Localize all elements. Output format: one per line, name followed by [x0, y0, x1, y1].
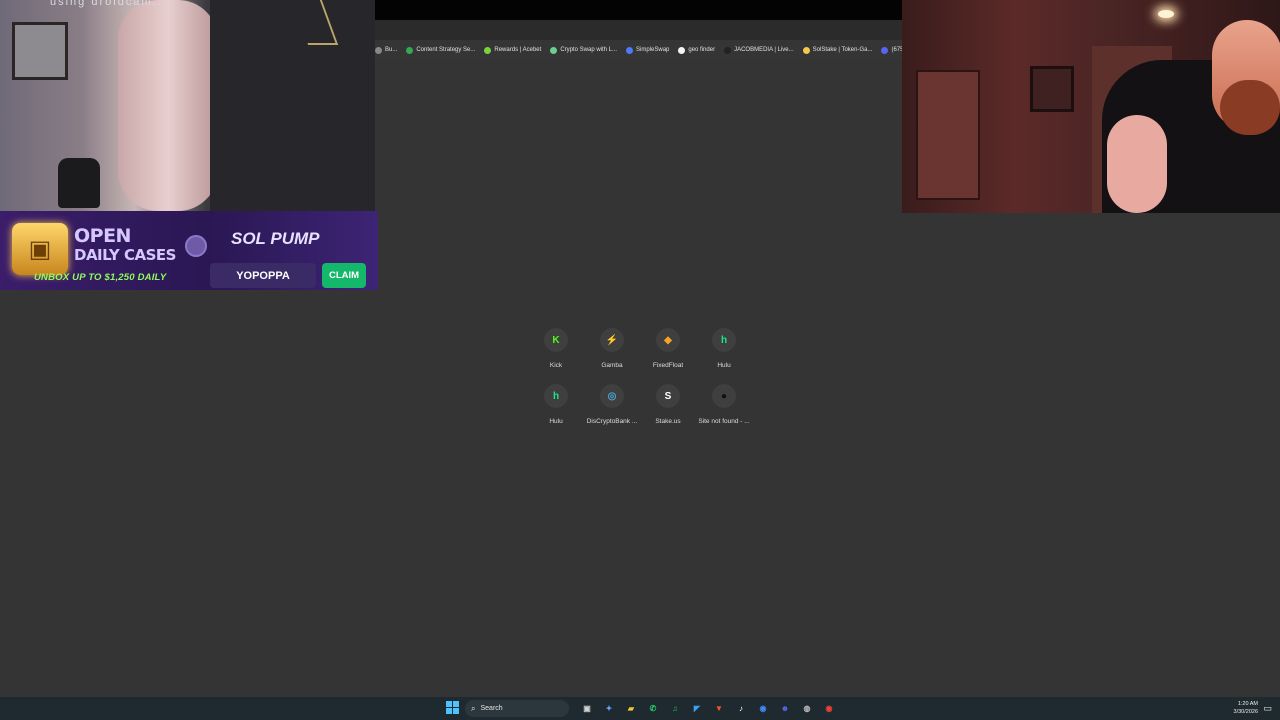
- bookmark-favicon-icon: [626, 46, 634, 54]
- shortcut-label: Hulu: [549, 418, 563, 425]
- shortcut-favicon-icon: ⚡: [600, 328, 624, 352]
- shortcut-favicon-icon: h: [712, 328, 736, 352]
- shortcut-favicon-icon: h: [544, 384, 568, 408]
- banner-headline-open: OPEN: [74, 225, 131, 247]
- bookmark-label: Crypto Swap with L...: [560, 47, 618, 53]
- bookmark-item[interactable]: Crypto Swap with L...: [550, 46, 618, 54]
- spotify-icon[interactable]: ♫: [668, 701, 682, 715]
- shortcut-tile[interactable]: S Stake.us: [640, 384, 696, 434]
- person-shirt: [210, 0, 375, 211]
- discord-icon[interactable]: ☻: [778, 701, 792, 715]
- notification-bell-icon[interactable]: ▭: [1263, 703, 1272, 714]
- person-arm: [118, 0, 218, 211]
- shortcut-tile[interactable]: K Kick: [528, 328, 584, 378]
- claim-button[interactable]: CLAIM: [322, 263, 366, 288]
- bookmark-favicon-icon: [881, 46, 889, 54]
- clock-time: 1:20 AM: [1237, 701, 1258, 707]
- task-view-icon[interactable]: ▣: [580, 701, 594, 715]
- bookmark-label: Rewards | Acebet: [494, 47, 542, 53]
- shortcut-label: Hulu: [717, 362, 731, 369]
- webcam-feed-left: using droidcam...: [0, 0, 375, 211]
- system-clock[interactable]: 1:20 AM 3/30/2026: [1234, 700, 1258, 716]
- shortcut-tile[interactable]: h Hulu: [528, 384, 584, 434]
- obs-icon[interactable]: ◍: [800, 701, 814, 715]
- shortcut-tile[interactable]: ● Site not found - ...: [696, 384, 752, 434]
- bookmark-favicon-icon: [678, 46, 686, 54]
- promo-code: YOPOPPA: [210, 263, 316, 288]
- bookmark-favicon-icon: [724, 46, 732, 54]
- browser-title-bar: [375, 0, 902, 20]
- bookmark-item[interactable]: Rewards | Acebet: [484, 46, 542, 54]
- vscode-icon[interactable]: ◤: [690, 701, 704, 715]
- bookmark-label: SolStake | Token-Ga...: [812, 47, 873, 53]
- shortcut-tile[interactable]: ◎ DisCryptoBank ...: [584, 384, 640, 434]
- bookmark-item[interactable]: JACOBMEDIA | Live...: [724, 46, 794, 54]
- webcam-feed-right: [902, 0, 1280, 213]
- tiktok-icon[interactable]: ♪: [734, 701, 748, 715]
- bookmark-item[interactable]: SolStake | Token-Ga...: [802, 46, 873, 54]
- wall-frame: [12, 22, 68, 80]
- sponsor-banner: ▣ OPEN DAILY CASES UNBOX UP TO $1,250 DA…: [0, 211, 378, 290]
- chrome-profile-icon[interactable]: ◉: [822, 701, 836, 715]
- bookmark-favicon-icon: [375, 46, 382, 54]
- bag: [58, 158, 100, 208]
- windows-taskbar: ⌕ Search ▣ ✦ ▰ ✆ ♫ ◤ ▼ ♪ ◉ ☻ ◍ ◉ 1:20 AM 3/30/2026 …: [0, 697, 1280, 720]
- shortcut-tile[interactable]: h Hulu: [696, 328, 752, 378]
- clock-date: 3/30/2026: [1233, 709, 1258, 715]
- bookmark-favicon-icon: [484, 46, 492, 54]
- shortcut-label: FixedFloat: [652, 362, 684, 369]
- file-explorer-icon[interactable]: ▰: [624, 701, 638, 715]
- webcam-overlay-text: using droidcam...: [50, 0, 168, 8]
- bookmark-label: SimpleSwap: [636, 47, 670, 53]
- shelf: [916, 70, 980, 200]
- chrome-icon[interactable]: ◉: [756, 701, 770, 715]
- whatsapp-icon[interactable]: ✆: [646, 701, 660, 715]
- shortcuts-grid: K Kick ⚡ Gamba ◆ FixedFloat h Hulu h Hulu ◎ DisCryp…: [528, 328, 752, 434]
- solana-coin-icon: [185, 235, 207, 257]
- bookmark-item[interactable]: Bu...: [375, 46, 398, 54]
- person-beard: [1220, 80, 1280, 135]
- bookmark-label: JACOBMEDIA | Live...: [734, 47, 794, 53]
- shortcut-favicon-icon: K: [544, 328, 568, 352]
- shortcut-favicon-icon: ●: [712, 384, 736, 408]
- bookmark-label: geo finder: [688, 47, 716, 53]
- shortcut-tile[interactable]: ◆ FixedFloat: [640, 328, 696, 378]
- bookmark-item[interactable]: SimpleSwap: [626, 46, 670, 54]
- windows-start-icon[interactable]: [446, 701, 459, 714]
- wall-poster: [1030, 66, 1074, 112]
- shortcut-favicon-icon: S: [656, 384, 680, 408]
- shortcut-label: Gamba: [601, 362, 623, 369]
- chest-icon: ▣: [28, 235, 52, 263]
- shortcut-tile[interactable]: ⚡ Gamba: [584, 328, 640, 378]
- bookmark-favicon-icon: [550, 46, 558, 54]
- copilot-icon[interactable]: ✦: [602, 701, 616, 715]
- bookmark-item[interactable]: Content Strategy Se...: [406, 46, 476, 54]
- bookmark-item[interactable]: (675) Disc: [881, 46, 902, 54]
- bookmark-label: Content Strategy Se...: [416, 47, 476, 53]
- bookmark-favicon-icon: [406, 46, 414, 54]
- brave-icon[interactable]: ▼: [712, 701, 726, 715]
- bookmarks-bar: Bu... Content Strategy Se... Rewards | Ace…: [375, 40, 902, 60]
- search-placeholder: Search: [480, 705, 503, 712]
- shortcut-label: DisCryptoBank ...: [586, 418, 638, 425]
- bookmark-favicon-icon: [802, 46, 810, 54]
- shortcut-favicon-icon: ◆: [656, 328, 680, 352]
- shortcut-label: Kick: [549, 362, 563, 369]
- bookmark-label: Bu...: [385, 47, 398, 53]
- shortcut-favicon-icon: ◎: [600, 384, 624, 408]
- banner-headline-daily: DAILY CASES: [74, 246, 176, 264]
- ceiling-lamp: [1158, 10, 1174, 18]
- person-hand: [1107, 115, 1167, 213]
- bookmark-item[interactable]: geo finder: [678, 46, 716, 54]
- shortcut-label: Site not found - ...: [698, 418, 750, 425]
- search-icon: ⌕: [471, 703, 476, 713]
- shortcut-label: Stake.us: [655, 418, 681, 425]
- solpump-logo: SOL PUMP: [231, 229, 320, 248]
- banner-subline: UNBOX UP TO $1,250 DAILY: [34, 272, 167, 283]
- bookmark-label: (675) Disc: [891, 47, 902, 53]
- taskbar-search[interactable]: ⌕ Search: [465, 700, 569, 717]
- browser-toolbar: [375, 20, 902, 40]
